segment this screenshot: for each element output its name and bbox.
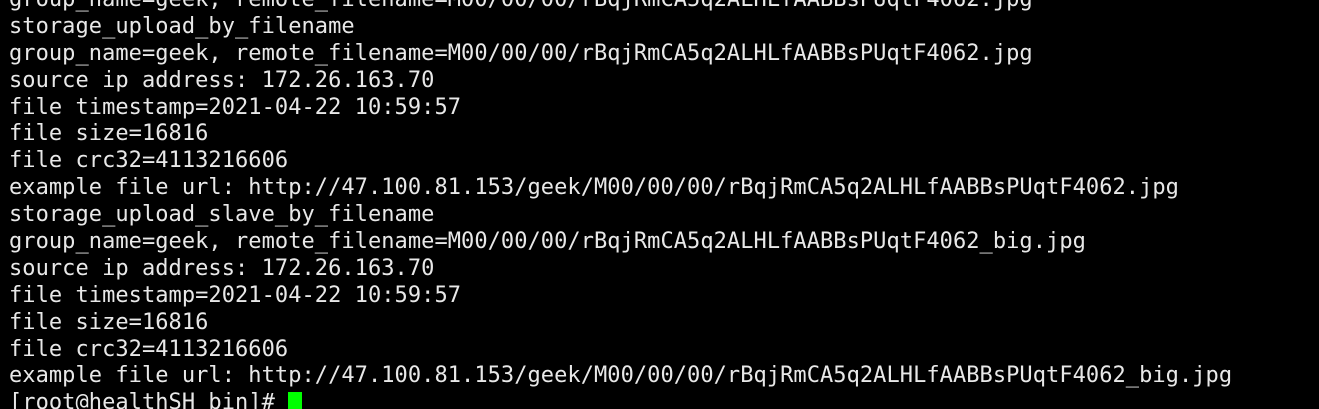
terminal-line: group_name=geek, remote_filename=M00/00/…	[9, 40, 1033, 66]
terminal-line: example file url: http://47.100.81.153/g…	[9, 175, 1179, 201]
terminal-line: source ip address: 172.26.163.70	[9, 255, 435, 281]
terminal-line: file size=16816	[9, 121, 209, 147]
terminal-window[interactable]: group_name=geek, remote_filename=M00/00/…	[0, 0, 1319, 409]
prompt-line[interactable]: [root@healthSH bin]#	[9, 390, 1232, 409]
cursor-block	[287, 391, 302, 409]
terminal-line: group_name=geek, remote_filename=M00/00/…	[9, 229, 1086, 255]
terminal-line: storage_upload_slave_by_filename	[9, 202, 435, 228]
terminal-line: file crc32=4113216606	[9, 148, 289, 174]
terminal-line: file size=16816	[9, 309, 209, 335]
shell-prompt: [root@healthSH bin]#	[9, 390, 275, 409]
terminal-line: storage_upload_by_filename	[9, 13, 355, 39]
terminal-line: file crc32=4113216606	[9, 336, 289, 362]
terminal-line: source ip address: 172.26.163.70	[9, 67, 435, 93]
terminal-line: file timestamp=2021-04-22 10:59:57	[9, 282, 462, 308]
terminal-output: group_name=geek, remote_filename=M00/00/…	[9, 0, 1232, 409]
terminal-line: group_name=geek, remote_filename=M00/00/…	[9, 0, 1232, 14]
terminal-line: file timestamp=2021-04-22 10:59:57	[9, 94, 462, 120]
terminal-line: example file url: http://47.100.81.153/g…	[9, 363, 1233, 389]
